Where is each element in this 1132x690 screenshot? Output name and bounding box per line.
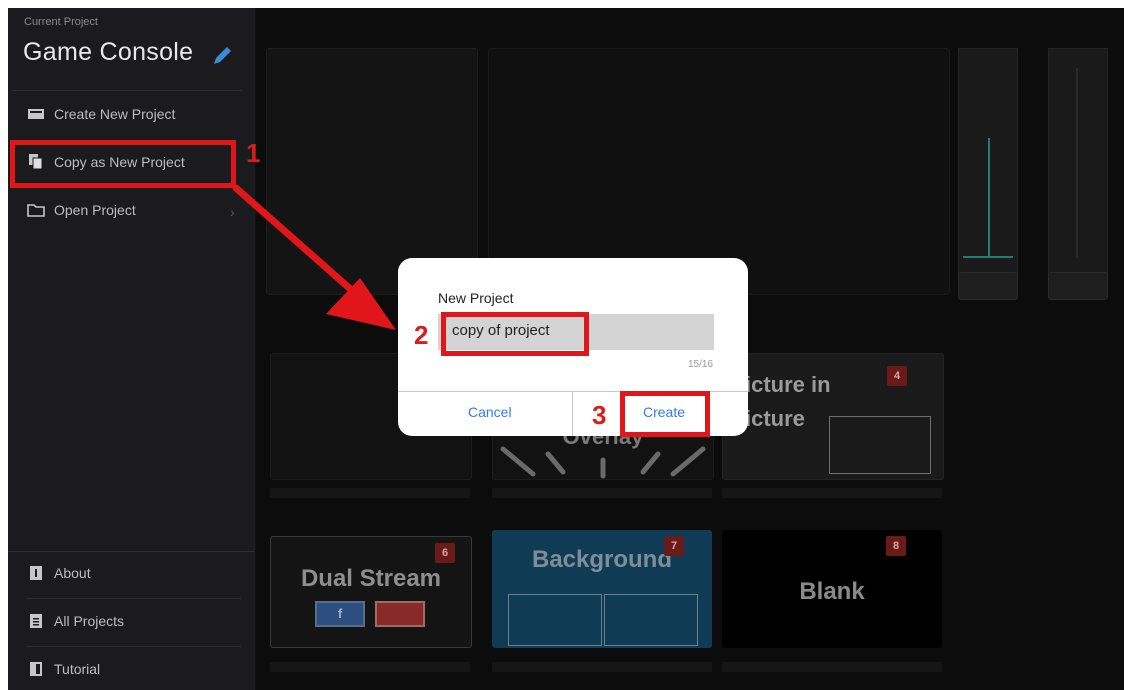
facebook-icon: f [315, 601, 365, 627]
scene-badge-8: 8 [886, 536, 906, 556]
tile-footer-row-4 [270, 662, 470, 672]
audio-meter-right[interactable] [1048, 48, 1108, 290]
sidebar: Current Project Game Console Create New … [8, 8, 256, 690]
cancel-button[interactable]: Cancel [468, 404, 512, 420]
highlight-box-project-name [441, 312, 589, 356]
pip-frame [829, 416, 931, 474]
meter-baseline-left [963, 256, 1013, 258]
scene-tile-dual-stream[interactable]: Dual Stream 6 f [270, 536, 472, 648]
tile-footer-row-1 [270, 488, 470, 498]
highlight-box-create-button [620, 391, 710, 437]
pip-label-line1: icture in [745, 372, 831, 397]
sidebar-divider-bottom-3 [26, 646, 241, 647]
tile-footer-row-3 [722, 488, 942, 498]
meter-level-right [1076, 68, 1078, 258]
scene-badge-7: 7 [664, 536, 684, 556]
edit-pencil-icon[interactable] [210, 44, 234, 68]
sidebar-item-create-new-project[interactable]: Create New Project [26, 102, 175, 126]
character-count: 15/16 [688, 359, 714, 370]
sidebar-divider-bottom-2 [26, 598, 241, 599]
youtube-icon [375, 601, 425, 627]
sidebar-item-tutorial[interactable]: Tutorial [26, 657, 100, 681]
tile-footer-row-6 [722, 662, 942, 672]
sidebar-item-open-project[interactable]: Open Project [26, 198, 136, 222]
book-icon [26, 661, 46, 677]
pip-label-line2: icture [745, 406, 805, 431]
tile-footer-row-2 [492, 488, 712, 498]
sidebar-item-label: About [54, 565, 91, 581]
background-frame-right [604, 594, 698, 646]
step-number-2: 2 [414, 320, 429, 350]
dual-stream-label: Dual Stream [300, 565, 442, 592]
meter-button-left[interactable] [958, 272, 1018, 300]
meter-level-left [988, 138, 990, 258]
scene-tile-picture-in-picture[interactable]: icture in icture 4 [722, 353, 944, 480]
dialog-button-separator [572, 392, 573, 436]
folder-icon [26, 202, 46, 218]
sidebar-item-all-projects[interactable]: All Projects [26, 609, 124, 633]
scene-badge-4: 4 [887, 366, 907, 386]
blank-label: Blank [799, 578, 865, 605]
sidebar-item-label: Tutorial [54, 661, 101, 677]
sidebar-divider-bottom-1 [8, 551, 255, 552]
sidebar-item-label: All Projects [54, 613, 125, 629]
chevron-right-icon: › [230, 204, 235, 220]
tile-footer-row-5 [492, 662, 712, 672]
scene-badge-6: 6 [435, 543, 455, 563]
background-frame-left [508, 594, 602, 646]
sidebar-divider-top [12, 90, 242, 91]
list-icon [26, 613, 46, 629]
step-number-1: 1 [246, 138, 261, 168]
sidebar-item-about[interactable]: About [26, 561, 91, 585]
monitor-icon [26, 106, 46, 122]
dialog-title: New Project [438, 290, 514, 306]
sidebar-item-label: Open Project [54, 202, 136, 218]
highlight-box-copy-as-new-project [10, 140, 236, 188]
app-window: Overlay icture in icture 4 Dual Stream 6… [8, 8, 1124, 690]
project-name: Game Console [23, 38, 194, 66]
info-icon [26, 565, 46, 581]
meter-button-right[interactable] [1048, 272, 1108, 300]
step-number-3: 3 [592, 400, 607, 430]
current-project-label: Current Project [24, 16, 98, 28]
scene-tile-blank[interactable]: Blank 8 [722, 530, 942, 648]
scene-tile-background[interactable]: Background 7 [492, 530, 712, 648]
sidebar-item-label: Create New Project [54, 106, 176, 122]
